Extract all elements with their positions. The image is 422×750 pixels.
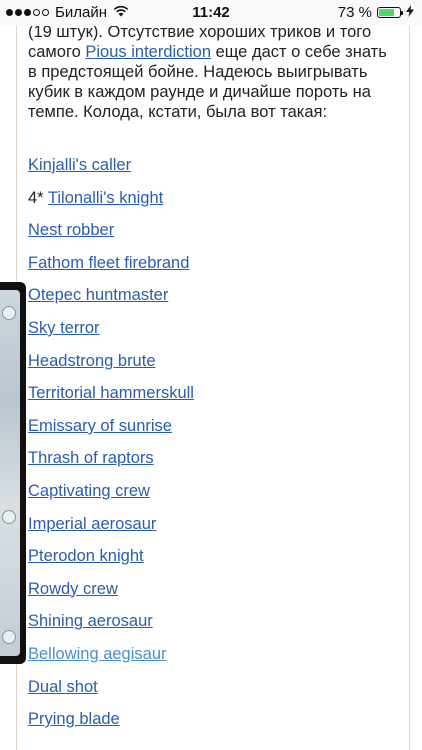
card-link[interactable]: Fathom fleet firebrand	[28, 254, 189, 272]
decklist-item: 4* Tilonalli's knight	[28, 187, 388, 220]
decklist-item: Nest robber	[28, 219, 388, 252]
decklist-item: Captivating crew	[28, 480, 388, 513]
decklist-item: Imperial aerosaur	[28, 513, 388, 546]
card-symbol-icon	[2, 510, 16, 524]
card-link[interactable]: Sky terror	[28, 319, 100, 337]
card-symbol-icon	[2, 630, 16, 644]
decklist-item: Shining aerosaur	[28, 610, 388, 643]
decklist-item: Bellowing aegisaur	[28, 643, 388, 676]
decklist-item: Otepec huntmaster	[28, 284, 388, 317]
card-link[interactable]: Imperial aerosaur	[28, 515, 156, 533]
decklist-item: Emissary of sunrise	[28, 415, 388, 448]
charging-bolt-icon	[406, 4, 414, 21]
decklist-item: Rowdy crew	[28, 578, 388, 611]
card-link[interactable]: Tilonalli's knight	[48, 189, 163, 207]
status-right: 73 %	[338, 4, 414, 21]
card-art	[0, 290, 20, 656]
battery-icon	[377, 7, 403, 18]
card-link[interactable]: Bellowing aegisaur	[28, 645, 167, 663]
intro-paragraph: (19 штук). Отсутствие хороших триков и т…	[28, 22, 388, 122]
card-link[interactable]: Shining aerosaur	[28, 612, 153, 630]
decklist-item: Prying blade	[28, 708, 388, 741]
card-link[interactable]: Territorial hammerskull	[28, 384, 194, 402]
pious-interdiction-link[interactable]: Pious interdiction	[85, 43, 211, 61]
card-link[interactable]: Prying blade	[28, 710, 120, 728]
card-link[interactable]: Thrash of raptors	[28, 449, 154, 467]
status-bar: Билайн 11:42 73 %	[0, 0, 422, 26]
article-body: (19 штук). Отсутствие хороших триков и т…	[28, 22, 388, 122]
decklist-item: Fathom fleet firebrand	[28, 252, 388, 285]
card-link[interactable]: Captivating crew	[28, 482, 150, 500]
decklist-item: Thrash of raptors	[28, 447, 388, 480]
decklist-item: Territorial hammerskull	[28, 382, 388, 415]
card-link[interactable]: Otepec huntmaster	[28, 286, 168, 304]
decklist-item: Sky terror	[28, 317, 388, 350]
card-link[interactable]: Emissary of sunrise	[28, 417, 172, 435]
decklist-item: Kinjalli's caller	[28, 154, 388, 187]
battery-percent: 73 %	[337, 4, 372, 21]
decklist-item: Dual shot	[28, 676, 388, 709]
card-link[interactable]: Nest robber	[28, 221, 114, 239]
card-link[interactable]: Pterodon knight	[28, 547, 144, 565]
card-link[interactable]: Kinjalli's caller	[28, 156, 131, 174]
card-symbol-icon	[2, 306, 16, 320]
decklist-item: Pterodon knight	[28, 545, 388, 578]
card-link[interactable]: Dual shot	[28, 678, 98, 696]
decklist-item: Headstrong brute	[28, 350, 388, 383]
card-link[interactable]: Rowdy crew	[28, 580, 118, 598]
card-link[interactable]: Headstrong brute	[28, 352, 156, 370]
card-image[interactable]	[0, 282, 26, 664]
card-quantity: 4*	[28, 188, 48, 207]
decklist: Kinjalli's caller 4* Tilonalli's knight Ne…	[28, 154, 388, 741]
